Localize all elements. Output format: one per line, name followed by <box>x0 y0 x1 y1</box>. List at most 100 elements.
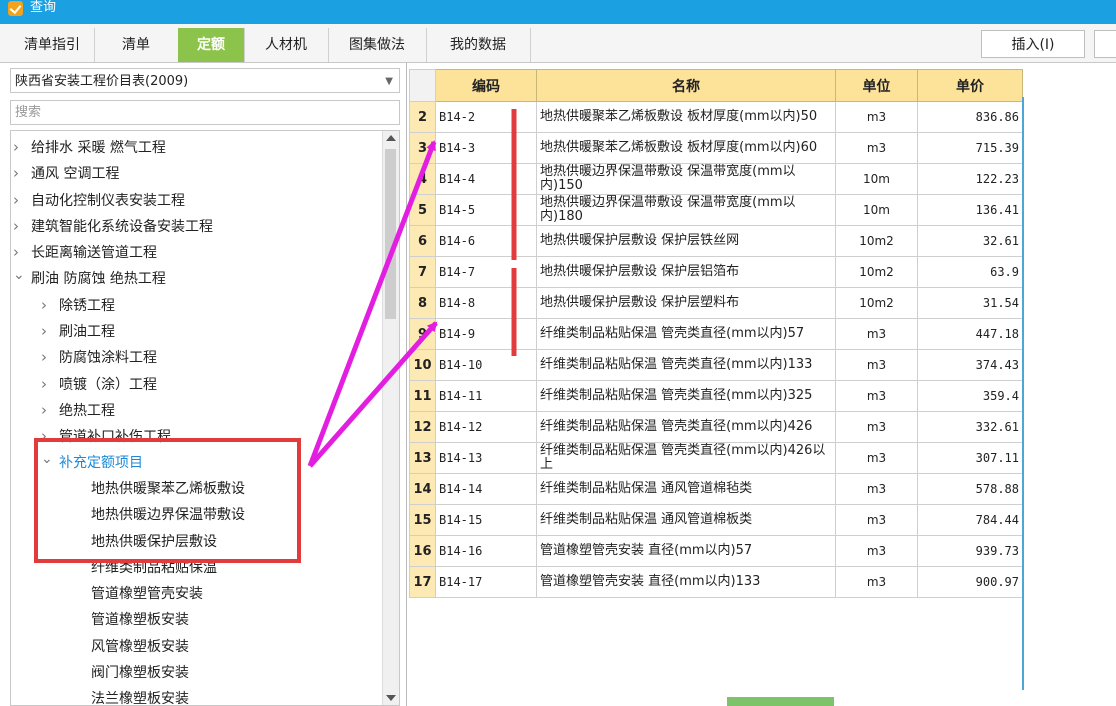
name-cell[interactable]: 纤维类制品粘贴保温 管壳类直径(mm以内)57 <box>536 318 836 350</box>
unit-cell[interactable]: m3 <box>835 411 918 443</box>
chevron-down-icon[interactable]: ⌄ <box>41 447 59 471</box>
unit-cell[interactable]: 10m2 <box>835 256 918 288</box>
table-row[interactable]: 16 B14-16 管道橡塑管壳安装 直径(mm以内)57 m3 939.73 <box>409 535 1023 567</box>
name-cell[interactable]: 地热供暖保护层敷设 保护层铁丝网 <box>536 225 836 257</box>
unit-cell[interactable]: m3 <box>835 566 918 598</box>
code-cell[interactable]: B14-4 <box>435 163 537 195</box>
unit-cell[interactable]: m3 <box>835 535 918 567</box>
table-row[interactable]: 6 B14-6 地热供暖保护层敷设 保护层铁丝网 10m2 32.61 <box>409 225 1023 257</box>
scroll-down-icon[interactable] <box>386 695 396 701</box>
name-cell[interactable]: 地热供暖边界保温带敷设 保温带宽度(mm以内)180 <box>536 194 836 226</box>
unit-cell[interactable]: m3 <box>835 504 918 536</box>
code-cell[interactable]: B14-15 <box>435 504 537 536</box>
table-row[interactable]: 2 B14-2 地热供暖聚苯乙烯板敷设 板材厚度(mm以内)50 m3 836.86 <box>409 101 1023 133</box>
tab-my-data[interactable]: 我的数据 <box>426 28 531 62</box>
code-cell[interactable]: B14-2 <box>435 101 537 133</box>
price-cell[interactable]: 136.41 <box>917 194 1023 226</box>
chevron-down-icon[interactable]: ▼ <box>385 69 393 94</box>
tree-item[interactable]: › 管道补口补伤工程 <box>41 424 171 448</box>
row-number[interactable]: 17 <box>409 566 436 598</box>
unit-cell[interactable]: m3 <box>835 101 918 133</box>
name-cell[interactable]: 管道橡塑管壳安装 直径(mm以内)57 <box>536 535 836 567</box>
chevron-right-icon[interactable]: › <box>13 135 31 159</box>
unit-cell[interactable]: m3 <box>835 380 918 412</box>
unit-cell[interactable]: m3 <box>835 132 918 164</box>
code-cell[interactable]: B14-6 <box>435 225 537 257</box>
code-cell[interactable]: B14-16 <box>435 535 537 567</box>
row-number[interactable]: 16 <box>409 535 436 567</box>
table-row[interactable]: 4 B14-4 地热供暖边界保温带敷设 保温带宽度(mm以内)150 10m 122.2… <box>409 163 1023 195</box>
insert-button[interactable]: 插入(I) <box>981 30 1085 58</box>
scroll-up-icon[interactable] <box>386 135 396 141</box>
tree-item[interactable]: 管道橡塑管壳安装 <box>91 582 203 606</box>
tree-item[interactable]: 风管橡塑板安装 <box>91 635 189 659</box>
tree-item[interactable]: 纤维类制品粘贴保温 <box>91 556 217 580</box>
name-column-header[interactable]: 名称 <box>536 69 836 102</box>
tab-labor-material-machine[interactable]: 人材机 <box>244 28 329 62</box>
chevron-right-icon[interactable]: › <box>41 372 59 396</box>
chevron-right-icon[interactable]: › <box>13 214 31 238</box>
row-number[interactable]: 12 <box>409 411 436 443</box>
name-cell[interactable]: 地热供暖保护层敷设 保护层铝箔布 <box>536 256 836 288</box>
price-cell[interactable]: 307.11 <box>917 442 1023 474</box>
price-cell[interactable]: 939.73 <box>917 535 1023 567</box>
chevron-right-icon[interactable]: › <box>13 188 31 212</box>
price-cell[interactable]: 715.39 <box>917 132 1023 164</box>
tree-item[interactable]: 阀门橡塑板安装 <box>91 661 189 685</box>
price-column-header[interactable]: 单价 <box>917 69 1023 102</box>
table-row[interactable]: 8 B14-8 地热供暖保护层敷设 保护层塑料布 10m2 31.54 <box>409 287 1023 319</box>
tree-item[interactable]: › 绝热工程 <box>41 398 115 422</box>
tab-atlas-method[interactable]: 图集做法 <box>328 28 427 62</box>
code-cell[interactable]: B14-11 <box>435 380 537 412</box>
row-number[interactable]: 4 <box>409 163 436 195</box>
search-input[interactable] <box>10 100 400 125</box>
unit-cell[interactable]: m3 <box>835 442 918 474</box>
chevron-right-icon[interactable]: › <box>41 398 59 422</box>
code-cell[interactable]: B14-12 <box>435 411 537 443</box>
table-row[interactable]: 10 B14-10 纤维类制品粘贴保温 管壳类直径(mm以内)133 m3 374.43 <box>409 349 1023 381</box>
table-row[interactable]: 14 B14-14 纤维类制品粘贴保温 通风管道棉毡类 m3 578.88 <box>409 473 1023 505</box>
code-cell[interactable]: B14-9 <box>435 318 537 350</box>
unit-column-header[interactable]: 单位 <box>835 69 918 102</box>
tree-item[interactable]: › 长距离输送管道工程 <box>13 240 157 264</box>
row-number[interactable]: 11 <box>409 380 436 412</box>
chevron-right-icon[interactable]: › <box>41 319 59 343</box>
table-row[interactable]: 9 B14-9 纤维类制品粘贴保温 管壳类直径(mm以内)57 m3 447.18 <box>409 318 1023 350</box>
table-row[interactable]: 13 B14-13 纤维类制品粘贴保温 管壳类直径(mm以内)426以上 m3 307.… <box>409 442 1023 474</box>
code-cell[interactable]: B14-3 <box>435 132 537 164</box>
row-number[interactable]: 15 <box>409 504 436 536</box>
code-cell[interactable]: B14-8 <box>435 287 537 319</box>
unit-cell[interactable]: m3 <box>835 473 918 505</box>
name-cell[interactable]: 管道橡塑管壳安装 直径(mm以内)133 <box>536 566 836 598</box>
price-cell[interactable]: 836.86 <box>917 101 1023 133</box>
catalog-select[interactable]: 陕西省安装工程价目表(2009) ▼ <box>10 68 400 93</box>
tree-item[interactable]: 管道橡塑板安装 <box>91 608 189 632</box>
tree-item[interactable]: ⌄ 补充定额项目 <box>41 451 143 475</box>
price-cell[interactable]: 374.43 <box>917 349 1023 381</box>
row-number[interactable]: 3 <box>409 132 436 164</box>
name-cell[interactable]: 地热供暖聚苯乙烯板敷设 板材厚度(mm以内)60 <box>536 132 836 164</box>
tree-item[interactable]: › 给排水 采暖 燃气工程 <box>13 135 166 159</box>
extra-button[interactable] <box>1094 30 1116 58</box>
code-cell[interactable]: B14-17 <box>435 566 537 598</box>
table-row[interactable]: 5 B14-5 地热供暖边界保温带敷设 保温带宽度(mm以内)180 10m 136.4… <box>409 194 1023 226</box>
table-row[interactable]: 12 B14-12 纤维类制品粘贴保温 管壳类直径(mm以内)426 m3 332.61 <box>409 411 1023 443</box>
unit-cell[interactable]: 10m <box>835 163 918 195</box>
unit-cell[interactable]: m3 <box>835 349 918 381</box>
scroll-thumb[interactable] <box>385 149 396 319</box>
chevron-right-icon[interactable]: › <box>13 161 31 185</box>
tree-item[interactable]: › 除锈工程 <box>41 293 115 317</box>
code-cell[interactable]: B14-7 <box>435 256 537 288</box>
name-cell[interactable]: 纤维类制品粘贴保温 通风管道棉板类 <box>536 504 836 536</box>
tree-item[interactable]: › 建筑智能化系统设备安装工程 <box>13 214 213 238</box>
code-column-header[interactable]: 编码 <box>435 69 537 102</box>
tree-item[interactable]: 地热供暖边界保温带敷设 <box>91 503 245 527</box>
tree-item[interactable]: ⌄ 刷油 防腐蚀 绝热工程 <box>13 267 166 291</box>
unit-cell[interactable]: m3 <box>835 318 918 350</box>
tree-item[interactable]: › 喷镀（涂）工程 <box>41 372 157 396</box>
code-cell[interactable]: B14-13 <box>435 442 537 474</box>
row-number[interactable]: 2 <box>409 101 436 133</box>
row-number[interactable]: 6 <box>409 225 436 257</box>
table-row[interactable]: 17 B14-17 管道橡塑管壳安装 直径(mm以内)133 m3 900.97 <box>409 566 1023 598</box>
tree-item[interactable]: 法兰橡塑板安装 <box>91 687 189 705</box>
